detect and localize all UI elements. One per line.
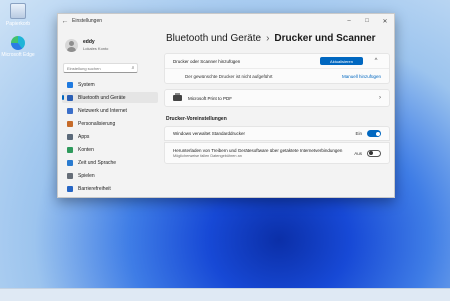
page-title: Drucker und Scanner: [274, 33, 376, 44]
back-button[interactable]: ←: [60, 18, 70, 25]
settings-window: ← Einstellungen – □ ✕ eddy Lokales Konto…: [57, 13, 395, 198]
sidebar-nav: System Bluetooth und Geräte Netzwerk und…: [58, 79, 162, 194]
avatar: [65, 38, 78, 52]
add-manually-link[interactable]: Manuell hinzufügen: [342, 74, 381, 79]
network-icon: [67, 107, 73, 114]
main-content: Bluetooth und Geräte › Drucker und Scanner…: [162, 28, 394, 197]
bluetooth-icon: [67, 94, 73, 101]
taskbar: [0, 288, 450, 301]
breadcrumb-separator: ›: [266, 33, 270, 44]
sidebar-item-label: Zeit und Sprache: [78, 159, 117, 166]
sidebar-item-system[interactable]: System: [62, 79, 158, 90]
edge-icon: [11, 36, 25, 50]
refresh-button[interactable]: Aktualisieren: [320, 57, 363, 65]
add-device-label: Drucker oder Scanner hinzufügen: [173, 58, 241, 64]
minimize-button[interactable]: –: [340, 18, 358, 25]
breadcrumb-parent[interactable]: Bluetooth und Geräte: [166, 33, 261, 44]
sidebar-item-bluetooth[interactable]: Bluetooth und Geräte: [62, 92, 158, 103]
printer-item[interactable]: Microsoft Print to PDF ›: [164, 89, 390, 107]
sidebar-item-accessibility[interactable]: Barrierefreiheit: [62, 183, 158, 194]
sidebar-item-label: Spielen: [78, 172, 95, 179]
system-icon: [67, 81, 73, 88]
chevron-up-icon[interactable]: ^: [371, 58, 381, 64]
breadcrumb: Bluetooth und Geräte › Drucker und Scanner: [166, 33, 394, 47]
sidebar-item-label: System: [78, 81, 95, 88]
add-device-row: Drucker oder Scanner hinzufügen Aktualis…: [165, 54, 389, 69]
window-title: Einstellungen: [72, 18, 103, 24]
sidebar-item-label: Personalisierung: [78, 120, 116, 127]
setting-label: Windows verwaltet Standarddrucker: [173, 131, 246, 136]
apps-icon: [67, 133, 73, 140]
profile-account-type: Lokales Konto: [83, 46, 109, 51]
missing-printer-text: Der gewünschte Drucker ist nicht aufgefü…: [185, 73, 273, 79]
sidebar-item-label: Apps: [78, 133, 90, 140]
sidebar-item-gaming[interactable]: Spielen: [62, 170, 158, 181]
profile-name: eddy: [83, 39, 95, 45]
sidebar-item-label: Konten: [78, 146, 94, 153]
sidebar-item-label: Netzwerk und Internet: [78, 107, 127, 114]
sidebar-item-label: Bluetooth und Geräte: [78, 94, 126, 101]
accessibility-icon: [67, 185, 73, 192]
desktop-icon-recycle-bin[interactable]: Papierkorb: [1, 3, 35, 27]
sidebar-item-personalization[interactable]: Personalisierung: [62, 118, 158, 129]
desktop-icon-edge[interactable]: Microsoft Edge: [1, 36, 35, 58]
sidebar-item-apps[interactable]: Apps: [62, 131, 158, 142]
toggle-state: Aus: [354, 150, 362, 156]
missing-printer-row: Der gewünschte Drucker ist nicht aufgefü…: [165, 69, 389, 83]
add-device-card: Drucker oder Scanner hinzufügen Aktualis…: [164, 53, 390, 84]
sidebar-item-accounts[interactable]: Konten: [62, 144, 158, 155]
title-bar: ← Einstellungen – □ ✕: [58, 14, 394, 28]
personalization-icon: [67, 120, 73, 127]
user-profile[interactable]: eddy Lokales Konto: [58, 28, 162, 56]
sidebar-item-network[interactable]: Netzwerk und Internet: [62, 105, 158, 116]
search-input[interactable]: Einstellung suchen ⌕: [63, 63, 138, 73]
printer-icon: [173, 93, 182, 101]
close-button[interactable]: ✕: [376, 18, 394, 25]
desktop-icon-label: Microsoft Edge: [1, 52, 35, 58]
metered-download-toggle[interactable]: [367, 149, 381, 157]
chevron-right-icon: ›: [379, 95, 381, 101]
setting-default-printer: Windows verwaltet Standarddrucker Ein: [164, 126, 390, 141]
maximize-button[interactable]: □: [358, 18, 376, 25]
toggle-state: Ein: [355, 131, 362, 136]
recycle-bin-icon: [10, 3, 26, 19]
accounts-icon: [67, 146, 73, 153]
time-language-icon: [67, 159, 73, 166]
setting-metered-download: Herunterladen von Treibern und Gerätesof…: [164, 142, 390, 164]
setting-description: Möglicherweise fallen Datengebühren an: [173, 154, 242, 158]
sidebar-item-label: Barrierefreiheit: [78, 185, 111, 192]
search-placeholder: Einstellung suchen: [67, 65, 101, 71]
default-printer-toggle[interactable]: [367, 130, 381, 137]
sidebar: eddy Lokales Konto Einstellung suchen ⌕ …: [58, 28, 162, 197]
section-heading: Drucker-Voreinstellungen: [166, 116, 227, 122]
sidebar-item-time-language[interactable]: Zeit und Sprache: [62, 157, 158, 168]
printer-name: Microsoft Print to PDF: [188, 95, 233, 101]
setting-label: Herunterladen von Treibern und Gerätesof…: [173, 148, 343, 153]
search-icon: ⌕: [131, 65, 135, 71]
desktop-icon-label: Papierkorb: [5, 21, 31, 27]
gaming-icon: [67, 172, 73, 179]
